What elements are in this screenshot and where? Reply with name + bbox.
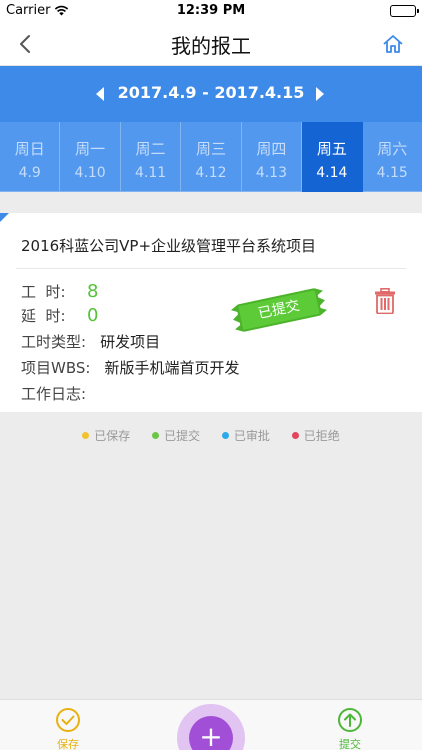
day-tab-mon[interactable]: 周一 4.10: [60, 122, 121, 192]
card-corner-marker: [0, 213, 9, 222]
day-tab-tue[interactable]: 周二 4.11: [120, 122, 182, 192]
day-date: 4.9: [18, 165, 41, 181]
save-button[interactable]: 保存: [38, 707, 98, 750]
day-tab-sat[interactable]: 周六 4.15: [362, 122, 422, 192]
overtime-label: 延 时:: [21, 307, 66, 325]
wbs-row: 项目WBS: 新版手机端首页开发: [21, 357, 239, 378]
legend-saved: 已保存: [82, 427, 130, 444]
day-date: 4.11: [134, 165, 167, 181]
hours-value: 8: [87, 281, 99, 302]
legend-dot: [291, 432, 299, 439]
check-circle-icon: [56, 708, 80, 732]
work-type-label: 工时类型:: [21, 333, 87, 351]
day-date: 4.13: [255, 165, 287, 181]
legend-label: 已拒绝: [303, 429, 340, 443]
legend-label: 已保存: [94, 429, 131, 443]
legend-label: 已审批: [233, 429, 270, 443]
wbs-value: 新版手机端首页开发: [104, 359, 240, 377]
clock: 12:39 PM: [176, 3, 246, 18]
week-range: 2017.4.9 - 2017.4.15: [117, 83, 305, 102]
day-name: 周日: [14, 140, 45, 158]
work-log-row: 工作日志:: [21, 383, 100, 404]
day-name: 周五: [316, 140, 347, 158]
legend-rejected: 已拒绝: [291, 427, 340, 444]
navigation-bar: 我的报工: [0, 22, 422, 66]
day-tab-fri[interactable]: 周五 4.14: [302, 122, 363, 192]
status-legend: 已保存 已提交 已审批 已拒绝: [0, 427, 422, 444]
week-selector: 2017.4.9 - 2017.4.15: [0, 66, 422, 122]
trash-icon[interactable]: [375, 288, 395, 314]
work-entry-card[interactable]: 2016科蓝公司VP+企业级管理平台系统项目 工 时: 8 延 时: 0 工时类…: [0, 213, 422, 412]
home-icon[interactable]: [382, 33, 404, 55]
work-log-label: 工作日志:: [21, 385, 87, 403]
divider: [16, 268, 406, 269]
day-date: 4.15: [376, 165, 408, 181]
day-name: 周六: [377, 140, 408, 158]
submitted-stamp: 已提交: [235, 287, 323, 333]
wbs-label: 项目WBS:: [21, 359, 91, 377]
legend-dot: [82, 432, 90, 439]
day-tab-thu[interactable]: 周四 4.13: [241, 122, 303, 192]
battery-icon: [390, 5, 419, 17]
hours-row: 工 时: 8: [21, 281, 98, 302]
submit-button[interactable]: 提交: [320, 707, 380, 750]
day-date: 4.10: [74, 165, 106, 181]
legend-submitted: 已提交: [152, 427, 200, 444]
legend-dot: [152, 432, 160, 439]
submit-label: 提交: [339, 738, 361, 750]
day-tab-sun[interactable]: 周日 4.9: [0, 122, 61, 192]
day-name: 周三: [195, 140, 226, 158]
save-label: 保存: [57, 738, 79, 750]
day-tab-wed[interactable]: 周三 4.12: [181, 122, 242, 192]
day-tabs: 周日 4.9 周一 4.10 周二 4.11 周三 4.12 周四 4.13 周五 4.14…: [0, 122, 422, 192]
day-name: 周一: [75, 140, 106, 158]
hours-label: 工 时:: [21, 283, 66, 301]
next-week-icon[interactable]: [312, 84, 328, 104]
page-title: 我的报工: [171, 34, 251, 58]
overtime-row: 延 时: 0: [21, 305, 98, 326]
day-date: 4.12: [195, 165, 227, 181]
project-name: 2016科蓝公司VP+企业级管理平台系统项目: [21, 237, 317, 255]
legend-label: 已提交: [164, 429, 201, 443]
work-type-value: 研发项目: [100, 333, 161, 351]
status-bar: Carrier 12:39 PM: [0, 0, 422, 22]
legend-approved: 已审批: [221, 427, 270, 444]
day-date: 4.14: [316, 165, 348, 181]
legend-dot: [221, 432, 229, 439]
upload-arrow-icon: [338, 708, 362, 732]
day-name: 周四: [256, 140, 287, 158]
overtime-value: 0: [87, 305, 99, 326]
day-name: 周二: [135, 140, 166, 158]
work-type-row: 工时类型: 研发项目: [21, 331, 160, 352]
